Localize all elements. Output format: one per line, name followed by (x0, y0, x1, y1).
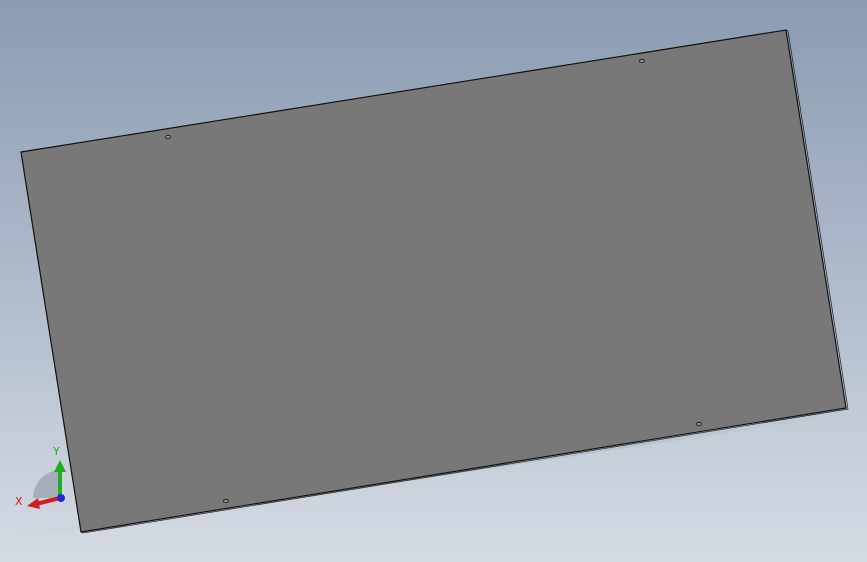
mounting-hole[interactable] (696, 421, 703, 427)
mounting-hole[interactable] (222, 498, 229, 504)
mounting-hole[interactable] (639, 58, 646, 64)
x-axis-label: X (15, 495, 23, 508)
graphics-viewport[interactable]: X Y (0, 0, 867, 562)
y-axis-label: Y (52, 445, 60, 458)
z-axis-dot (57, 494, 65, 502)
viewport-canvas[interactable]: X Y (0, 0, 867, 562)
mounting-hole[interactable] (164, 134, 171, 140)
